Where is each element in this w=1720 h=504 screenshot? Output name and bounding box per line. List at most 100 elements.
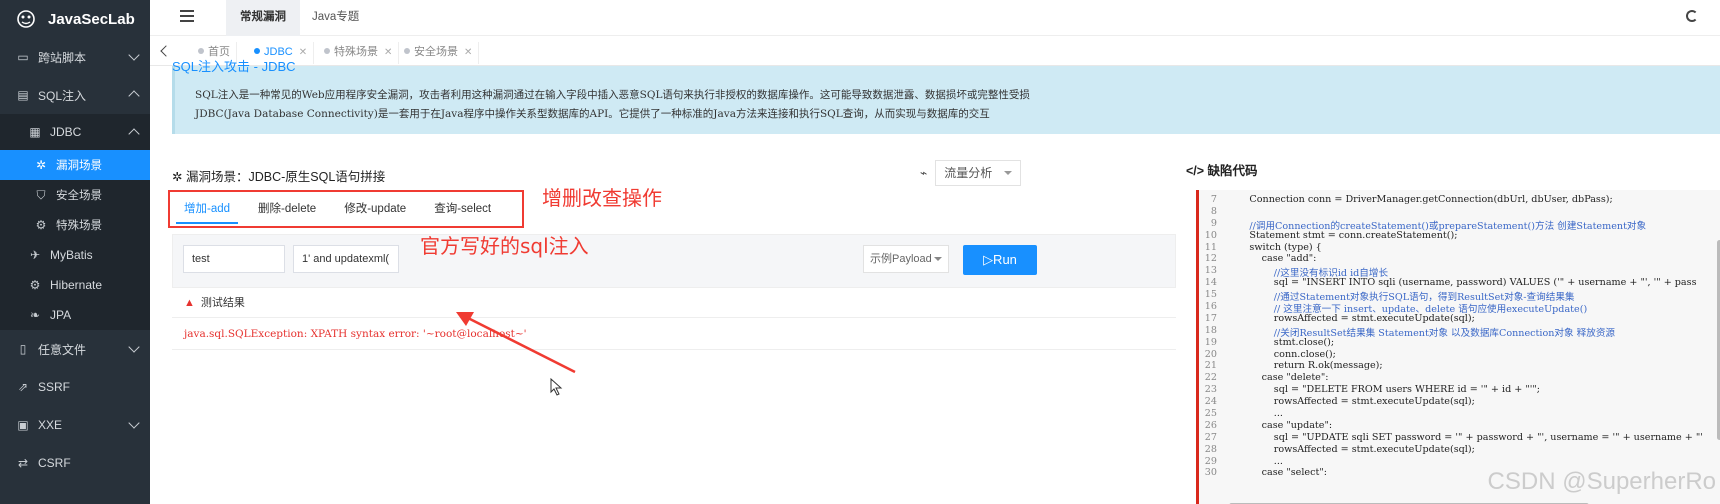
sidebar-item-jdbc[interactable]: ▦ JDBC <box>0 114 150 150</box>
code-text: rowsAffected = stmt.executeUpdate(sql); <box>1225 312 1475 324</box>
code-text: //通过Statement对象执行SQL语句，得到ResultSet对象-查询结… <box>1225 292 1575 304</box>
sidebar-item-label: Hibernate <box>50 278 103 292</box>
sidebar-item-mybatis[interactable]: ✈ MyBatis <box>0 240 150 270</box>
defect-code-title: </> 缺陷代码 <box>1186 160 1258 179</box>
annotation-ops-note: 增删改查操作 <box>542 186 662 210</box>
chevron-up-icon <box>128 90 140 102</box>
bug-icon: ✲ <box>35 158 47 172</box>
code-text: return R.ok(message); <box>1225 360 1383 372</box>
code-line: 7 Connection conn = DriverManager.getCon… <box>1199 194 1720 206</box>
pulse-icon: ⌁ <box>920 166 928 180</box>
code-line: 8 <box>1199 206 1720 218</box>
sidebar-item-label: 安全场景 <box>56 190 102 202</box>
mouse-cursor-icon <box>550 378 563 396</box>
info-title: SQL注入攻击 - JDBC <box>172 59 296 74</box>
code-text: switch (type) { <box>1225 241 1322 253</box>
chevron-down-icon <box>128 417 140 429</box>
traffic-analysis-select[interactable]: 流量分析 <box>935 160 1022 186</box>
operation-tabs: 增加-add 删除-delete 修改-update 查询-select <box>168 190 524 228</box>
traffic-analysis: ⌁ 流量分析 <box>920 160 1022 186</box>
tab-dot-icon <box>198 48 204 54</box>
code-text: //这里没有标识id id自增长 <box>1225 268 1389 280</box>
password-input[interactable] <box>293 245 399 273</box>
app-root: JavaSecLab ▭ 跨站脚本 ▤ SQL注入 ▦ JDBC ✲ 漏洞场景 … <box>0 0 1720 504</box>
database-icon: ▤ <box>17 88 29 102</box>
sidebar-item-label: 跨站脚本 <box>38 50 87 65</box>
sidebar-item-file[interactable]: ▯ 任意文件 <box>0 330 150 368</box>
tab-delete[interactable]: 删除-delete <box>244 192 330 226</box>
code-text: Statement stmt = conn.createStatement(); <box>1225 229 1458 241</box>
result-header: ▲ 测试结果 <box>172 288 1176 318</box>
sidebar-item-jpa[interactable]: ❧ JPA <box>0 300 150 330</box>
code-viewer[interactable]: 7 Connection conn = DriverManager.getCon… <box>1196 190 1720 504</box>
main-content: SQL注入是一种常见的Web应用程序安全漏洞，攻击者利用这种漏洞通过在输入字段中… <box>150 59 1720 504</box>
app-name: JavaSecLab <box>48 10 135 28</box>
page-tab-special[interactable]: 特殊场景 ✕ <box>314 42 400 64</box>
code-text: stmt.close(); <box>1225 336 1335 348</box>
code-text: ... <box>1225 408 1283 420</box>
code-text: // 这里注意一下 insert、update、delete 语句应使用exec… <box>1225 304 1588 316</box>
code-line: 9 //调用Connection的createStatement()或prepa… <box>1199 218 1720 232</box>
code-text: conn.close(); <box>1225 348 1336 360</box>
payload-select[interactable]: 示例Payload <box>863 245 949 273</box>
close-icon[interactable]: ✕ <box>384 47 392 58</box>
menu-toggle-icon[interactable] <box>180 10 194 24</box>
sidebar-item-label: JPA <box>50 308 72 322</box>
line-number: 27 <box>1204 431 1217 443</box>
sidebar-item-xxe[interactable]: ▣ XXE <box>0 406 150 444</box>
link-icon: ⇗ <box>17 380 29 394</box>
close-icon[interactable]: ✕ <box>464 47 472 58</box>
annotation-payload-note: 官方写好的sql注入 <box>420 234 589 258</box>
chevron-left-icon[interactable] <box>160 45 172 57</box>
tab-dot-icon <box>404 48 410 54</box>
sidebar-item-label: SQL注入 <box>38 88 87 103</box>
line-number: 16 <box>1204 301 1217 313</box>
page-tab-label: 安全场景 <box>414 46 458 58</box>
xml-icon: ▣ <box>17 418 29 432</box>
tab-add[interactable]: 增加-add <box>170 192 244 226</box>
code-line: 25 ... <box>1199 408 1720 420</box>
sidebar-item-csrf[interactable]: ⇄ CSRF <box>0 444 150 482</box>
sidebar-item-ssrf[interactable]: ⇗ SSRF <box>0 368 150 406</box>
tab-common-vulns[interactable]: 常规漏洞 <box>226 0 300 36</box>
page-tab-safe[interactable]: 安全场景 ✕ <box>394 42 480 64</box>
sidebar-item-sqli[interactable]: ▤ SQL注入 <box>0 76 150 114</box>
sidebar-item-xss[interactable]: ▭ 跨站脚本 <box>0 38 150 76</box>
code-line: 22 case "delete": <box>1199 372 1720 384</box>
refresh-icon[interactable] <box>1686 10 1698 22</box>
sidebar-item-label: 任意文件 <box>38 342 87 357</box>
sidebar-item-safe-scene[interactable]: ⛉ 安全场景 <box>0 180 150 210</box>
file-icon: ▯ <box>19 342 27 356</box>
result-output: java.sql.SQLException: XPATH syntax erro… <box>172 318 1176 350</box>
line-number: 13 <box>1204 265 1217 277</box>
chevron-down-icon <box>128 341 140 353</box>
logo-icon <box>14 7 38 31</box>
code-line: 26 case "update": <box>1199 420 1720 432</box>
line-number: 17 <box>1204 312 1217 324</box>
code-line: 18 //关闭ResultSet结果集 Statement对象 以及数据库Con… <box>1199 325 1720 339</box>
code-icon: </> <box>1186 164 1208 178</box>
username-input[interactable] <box>183 245 285 273</box>
gear-icon: ⚙ <box>29 278 41 292</box>
line-number: 24 <box>1204 396 1217 408</box>
code-line: 17 rowsAffected = stmt.executeUpdate(sql… <box>1199 313 1720 325</box>
tab-update[interactable]: 修改-update <box>330 192 420 226</box>
code-text: case "add": <box>1225 253 1317 265</box>
run-button[interactable]: ▷Run <box>963 245 1037 275</box>
sidebar-item-label: MyBatis <box>50 248 93 262</box>
close-icon[interactable]: ✕ <box>299 47 307 58</box>
sidebar: JavaSecLab ▭ 跨站脚本 ▤ SQL注入 ▦ JDBC ✲ 漏洞场景 … <box>0 0 150 504</box>
sidebar-item-hibernate[interactable]: ⚙ Hibernate <box>0 270 150 300</box>
sidebar-item-vuln-scene[interactable]: ✲ 漏洞场景 <box>0 150 150 180</box>
tab-java-topics[interactable]: Java专题 <box>298 0 373 36</box>
line-number: 10 <box>1204 229 1217 241</box>
tab-select[interactable]: 查询-select <box>420 192 505 226</box>
sidebar-item-special-scene[interactable]: ⚙ 特殊场景 <box>0 210 150 240</box>
chevron-up-icon <box>128 128 140 140</box>
code-text: //调用Connection的createStatement()或prepare… <box>1225 220 1647 232</box>
app-logo[interactable]: JavaSecLab <box>0 0 150 38</box>
defect-code-title-text: 缺陷代码 <box>1207 164 1258 178</box>
code-lines: 7 Connection conn = DriverManager.getCon… <box>1199 190 1720 479</box>
code-text: sql = "DELETE FROM users WHERE id = '" +… <box>1225 384 1541 396</box>
line-number: 8 <box>1210 205 1217 217</box>
